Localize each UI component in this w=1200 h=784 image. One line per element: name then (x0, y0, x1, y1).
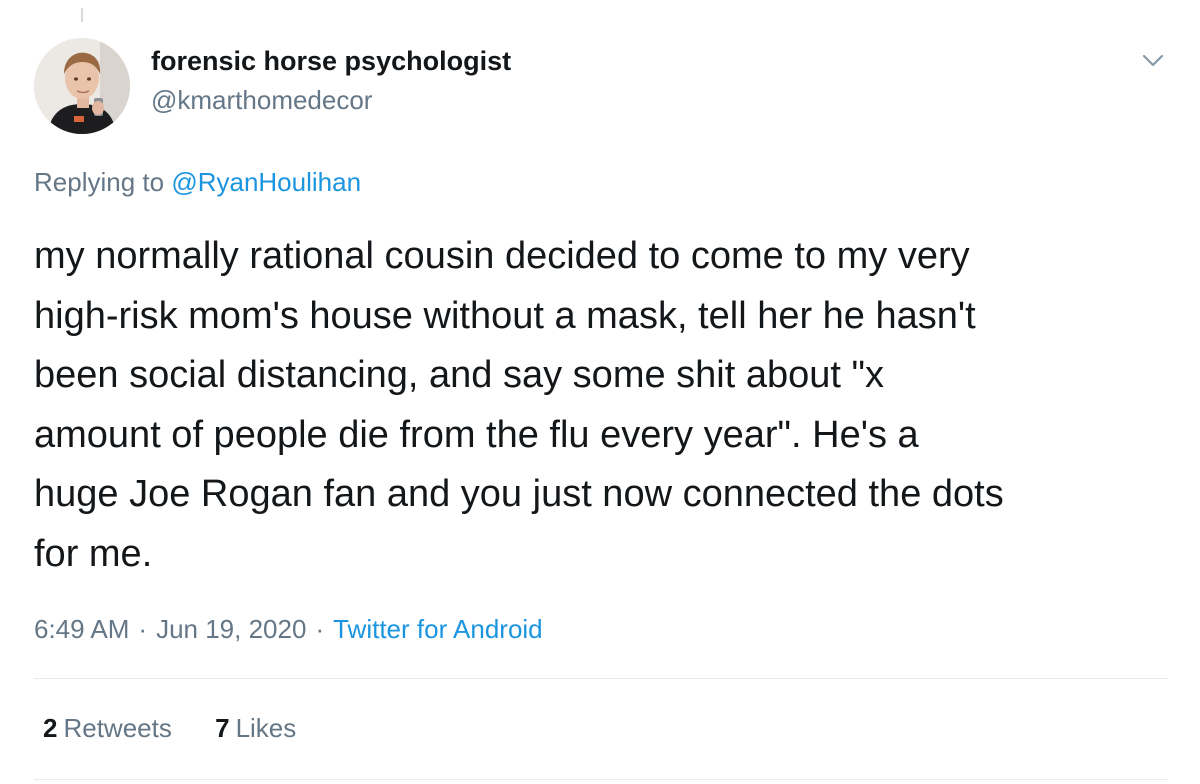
tweet-menu-button[interactable] (1138, 48, 1168, 72)
tweet-source-link[interactable]: Twitter for Android (333, 614, 543, 644)
retweets-stat[interactable]: 2 Retweets (43, 713, 172, 744)
likes-count: 7 (215, 713, 230, 743)
replying-to-label: Replying to (34, 167, 165, 197)
tweet-text: my normally rational cousin decided to c… (34, 235, 1004, 575)
divider (34, 678, 1168, 679)
tweet-stats: 2 Retweets 7 Likes (43, 713, 332, 744)
tweet-date[interactable]: Jun 19, 2020 (156, 614, 306, 644)
meta-separator: · (315, 614, 325, 644)
divider (34, 779, 1168, 780)
retweets-count: 2 (43, 713, 58, 743)
likes-label: Likes (235, 713, 297, 743)
likes-stat[interactable]: 7 Likes (215, 713, 296, 744)
replying-to-mention[interactable]: @RyanHoulihan (171, 167, 361, 197)
replying-to: Replying to @RyanHoulihan (34, 167, 361, 198)
thread-connector (81, 8, 83, 22)
meta-separator: · (138, 614, 148, 644)
avatar-photo (34, 38, 130, 134)
author-handle[interactable]: @kmarthomedecor (151, 85, 372, 116)
tweet-meta: 6:49 AM · Jun 19, 2020 · Twitter for Android (34, 614, 543, 645)
tweet-card: forensic horse psychologist @kmarthomede… (0, 0, 1200, 784)
tweet-time[interactable]: 6:49 AM (34, 614, 129, 644)
avatar[interactable] (34, 38, 130, 134)
author-name[interactable]: forensic horse psychologist (151, 46, 511, 77)
retweets-label: Retweets (63, 713, 172, 743)
chevron-down-icon (1142, 54, 1164, 67)
